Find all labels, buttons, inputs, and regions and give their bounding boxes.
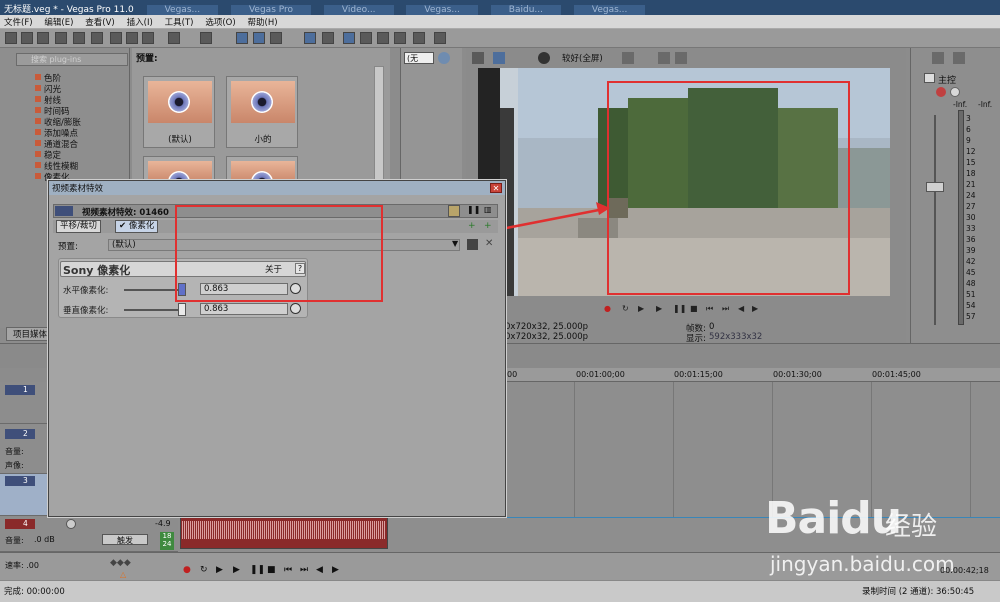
- chain-pan-crop[interactable]: 平移/裁切: [56, 220, 101, 233]
- param-vertical-label: 垂直像素化:: [63, 306, 109, 316]
- annotation-highlight-dialog: [175, 205, 383, 302]
- chain-pan-label: 平移/裁切: [60, 221, 97, 231]
- event-icon: [55, 206, 73, 216]
- pause-fx-icon[interactable]: ❚❚: [467, 205, 480, 217]
- delete-preset-icon[interactable]: ✕: [485, 238, 493, 249]
- chain-pixelate[interactable]: ✔ 像素化: [115, 220, 159, 233]
- plugin-name: Sony 像素化: [63, 264, 131, 277]
- param-vertical-track: [124, 309, 186, 311]
- remove-fx-icon[interactable]: +: [484, 221, 492, 231]
- grid-fx-icon[interactable]: ▥: [484, 205, 496, 217]
- param-horizontal-label: 水平像素化:: [63, 286, 109, 296]
- save-preset-icon[interactable]: [467, 239, 478, 250]
- preset-label: 预置:: [58, 242, 78, 252]
- chain-pixelate-label: 像素化: [128, 221, 155, 231]
- param-vertical-value[interactable]: 0.863: [200, 303, 288, 315]
- add-fx-icon[interactable]: +: [468, 221, 476, 231]
- param-vertical-slider[interactable]: [178, 303, 186, 316]
- keyframe-clock-icon[interactable]: [290, 303, 301, 314]
- watermark-jingyan: 经验: [885, 512, 938, 542]
- dialog-title: 视频素材特效: [49, 181, 505, 195]
- close-icon[interactable]: ✕: [490, 183, 502, 193]
- chevron-down-icon[interactable]: ▼: [452, 239, 458, 248]
- split-view-icon[interactable]: [448, 205, 460, 217]
- watermark-url: jingyan.baidu.com: [770, 552, 955, 576]
- baidu-watermark-logo: Baidu: [765, 493, 902, 544]
- event-name: 视频素材特效: 01460: [82, 208, 169, 218]
